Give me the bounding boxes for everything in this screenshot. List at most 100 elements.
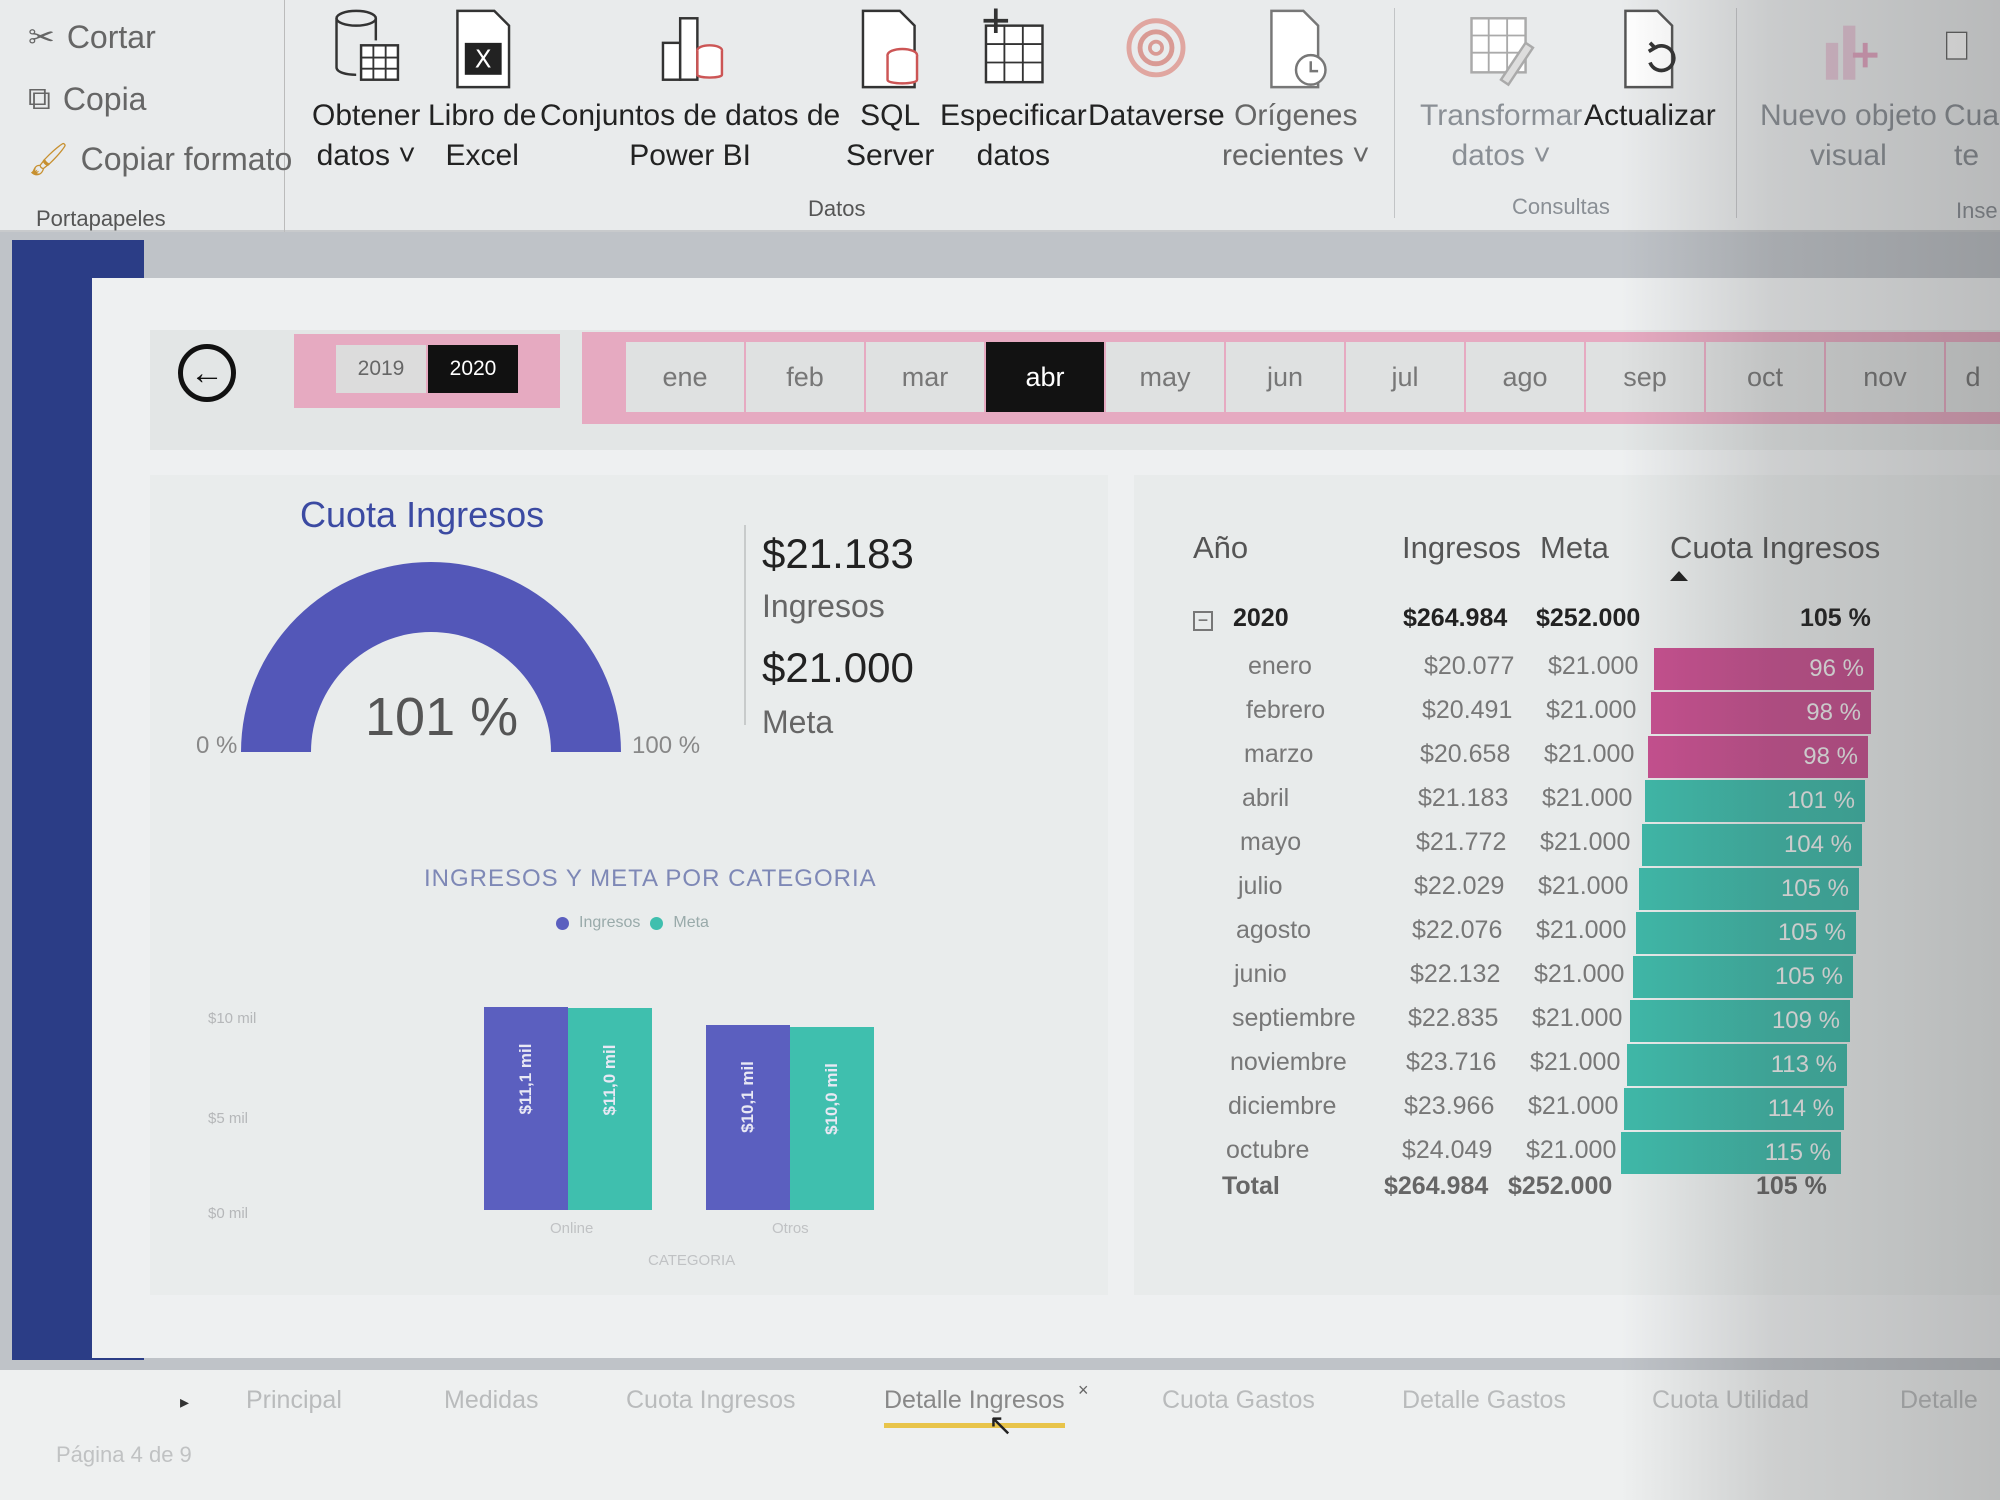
excel-workbook-button[interactable]: X Libro de Excel bbox=[428, 0, 536, 176]
recent-sources-button[interactable]: Orígenes recientes ˅ bbox=[1222, 0, 1370, 176]
sql-server-button[interactable]: SQL Server bbox=[846, 0, 934, 176]
database-table-icon bbox=[335, 9, 400, 81]
cut-label: Cortar bbox=[66, 18, 156, 55]
copy-label: Copia bbox=[62, 80, 147, 117]
recent-sources-label-1: Orígenes bbox=[1234, 99, 1358, 132]
back-arrow-button[interactable]: ← bbox=[178, 344, 236, 402]
y-tick-label: $5 mil bbox=[208, 1110, 249, 1127]
table-add-icon bbox=[983, 8, 1045, 84]
row-month-label: julio bbox=[1238, 872, 1283, 900]
tabs-scroll-icon[interactable]: ▸ bbox=[180, 1392, 189, 1413]
clipboard-group-label: Portapapeles bbox=[36, 206, 166, 231]
gauge-title: Cuota Ingresos bbox=[300, 494, 545, 535]
year-2020-button[interactable]: 2020 bbox=[428, 345, 518, 393]
row-meta-value: $21.000 bbox=[1534, 960, 1625, 988]
page-tab-medidas[interactable]: Medidas bbox=[444, 1386, 539, 1415]
refresh-button[interactable]: Actualizar bbox=[1584, 0, 1716, 136]
row-ingresos-value: $22.835 bbox=[1408, 1004, 1499, 1032]
col-header-cuota[interactable]: Cuota Ingresos bbox=[1670, 530, 1880, 566]
month-oct-button[interactable]: oct bbox=[1706, 342, 1824, 412]
page-tab-cuota-utilidad[interactable]: Cuota Utilidad bbox=[1652, 1386, 1809, 1415]
month-sep-button[interactable]: sep bbox=[1586, 342, 1704, 412]
row-cuota-cell: 105 % bbox=[1633, 956, 1853, 998]
month-jul-button[interactable]: jul bbox=[1346, 342, 1464, 412]
total-meta: $252.000 bbox=[1508, 1172, 1613, 1200]
row-cuota-cell: 101 % bbox=[1645, 780, 1865, 822]
kpi-meta-label: Meta bbox=[762, 704, 834, 740]
group-meta: $252.000 bbox=[1536, 604, 1641, 632]
row-ingresos-value: $22.076 bbox=[1412, 916, 1503, 944]
powerbi-datasets-button[interactable]: Conjuntos de datos de Power BI bbox=[540, 0, 840, 176]
kpi-divider bbox=[744, 525, 746, 725]
month-jun-button[interactable]: jun bbox=[1226, 342, 1344, 412]
kpi-ingresos-label: Ingresos bbox=[762, 588, 885, 624]
month-mar-button[interactable]: mar bbox=[866, 342, 984, 412]
month-abr-button[interactable]: abr bbox=[986, 342, 1104, 412]
page-tab-detalle-ingresos[interactable]: Detalle Ingresos bbox=[884, 1386, 1065, 1428]
text-box-button[interactable]: Cua te bbox=[1944, 0, 1999, 176]
page-tab-principal[interactable]: Principal bbox=[246, 1386, 342, 1415]
ribbon-separator bbox=[1394, 8, 1395, 218]
x-tick-label: Online bbox=[550, 1220, 594, 1237]
get-data-button[interactable]: Obtener datos ˅ bbox=[312, 0, 420, 176]
refresh-icon bbox=[1624, 9, 1676, 89]
col-header-year[interactable]: Año bbox=[1193, 530, 1248, 566]
transform-data-button[interactable]: Transformar datos ˅ bbox=[1420, 0, 1582, 176]
month-nov-button[interactable]: nov bbox=[1826, 342, 1944, 412]
format-painter-button[interactable]: 🖌 Copiar formato bbox=[28, 140, 292, 178]
col-header-meta[interactable]: Meta bbox=[1540, 530, 1609, 566]
dataverse-button[interactable]: Dataverse bbox=[1088, 0, 1225, 136]
excel-icon: X bbox=[456, 9, 511, 89]
page-tab-cuota-ingresos[interactable]: Cuota Ingresos bbox=[626, 1386, 796, 1415]
row-meta-value: $21.000 bbox=[1530, 1048, 1621, 1076]
kpi-ingresos-value: $21.183 bbox=[762, 530, 914, 577]
row-cuota-cell: 104 % bbox=[1642, 824, 1862, 866]
format-painter-label: Copiar formato bbox=[80, 140, 293, 177]
row-meta-value: $21.000 bbox=[1526, 1136, 1617, 1164]
collapse-icon[interactable]: − bbox=[1193, 611, 1213, 631]
dataverse-icon bbox=[1126, 18, 1186, 78]
transform-label-1: Transformar bbox=[1420, 99, 1583, 132]
back-arrow-icon: ← bbox=[190, 353, 224, 392]
page-tab-detalle[interactable]: Detalle bbox=[1900, 1386, 1978, 1415]
row-meta-value: $21.000 bbox=[1544, 740, 1635, 768]
group-cuota: 105 % bbox=[1800, 604, 1871, 632]
x-tick-label: Otros bbox=[772, 1220, 809, 1237]
year-2019-button[interactable]: 2019 bbox=[336, 345, 426, 393]
row-meta-value: $21.000 bbox=[1542, 784, 1633, 812]
row-ingresos-value: $24.049 bbox=[1402, 1136, 1493, 1164]
col-header-ingresos[interactable]: Ingresos bbox=[1402, 530, 1521, 566]
copy-button[interactable]: ⧉ Copia bbox=[28, 80, 146, 118]
excel-label-2: Excel bbox=[445, 139, 519, 172]
month-d-button[interactable]: d bbox=[1946, 342, 2000, 412]
y-tick-label: $10 mil bbox=[208, 1010, 257, 1027]
new-visual-button[interactable]: Nuevo objeto visual bbox=[1760, 0, 1937, 176]
close-tab-icon[interactable]: × bbox=[1078, 1380, 1089, 1401]
gauge-max-label: 100 % bbox=[632, 732, 701, 759]
page-tab-detalle-gastos[interactable]: Detalle Gastos bbox=[1402, 1386, 1566, 1415]
text-box-label-1: Cua bbox=[1944, 99, 2000, 132]
enter-data-button[interactable]: Especificar datos bbox=[940, 0, 1087, 176]
row-cuota-cell: 109 % bbox=[1630, 1000, 1850, 1042]
chart-legend: Ingresos Meta bbox=[556, 914, 709, 932]
month-ene-button[interactable]: ene bbox=[626, 342, 744, 412]
enter-data-label-2: datos bbox=[976, 139, 1051, 172]
data-group-label: Datos bbox=[808, 196, 866, 221]
paintbrush-icon: 🖌 bbox=[28, 141, 69, 177]
sort-ascending-icon bbox=[1670, 571, 1688, 581]
page-tab-cuota-gastos[interactable]: Cuota Gastos bbox=[1162, 1386, 1315, 1415]
text-box-icon bbox=[1946, 31, 1968, 60]
sql-label-1: SQL bbox=[860, 99, 921, 132]
row-ingresos-value: $20.077 bbox=[1424, 652, 1515, 680]
bar-data-label: $10,0 mil bbox=[822, 1062, 841, 1135]
row-ingresos-value: $23.716 bbox=[1406, 1048, 1497, 1076]
scissors-icon: ✂ bbox=[28, 19, 55, 55]
month-ago-button[interactable]: ago bbox=[1466, 342, 1584, 412]
month-may-button[interactable]: may bbox=[1106, 342, 1224, 412]
cut-button[interactable]: ✂ Cortar bbox=[28, 18, 156, 56]
row-meta-value: $21.000 bbox=[1536, 916, 1627, 944]
datasets-icon bbox=[661, 17, 724, 81]
month-feb-button[interactable]: feb bbox=[746, 342, 864, 412]
row-ingresos-value: $22.029 bbox=[1414, 872, 1505, 900]
excel-label-1: Libro de bbox=[428, 99, 537, 132]
